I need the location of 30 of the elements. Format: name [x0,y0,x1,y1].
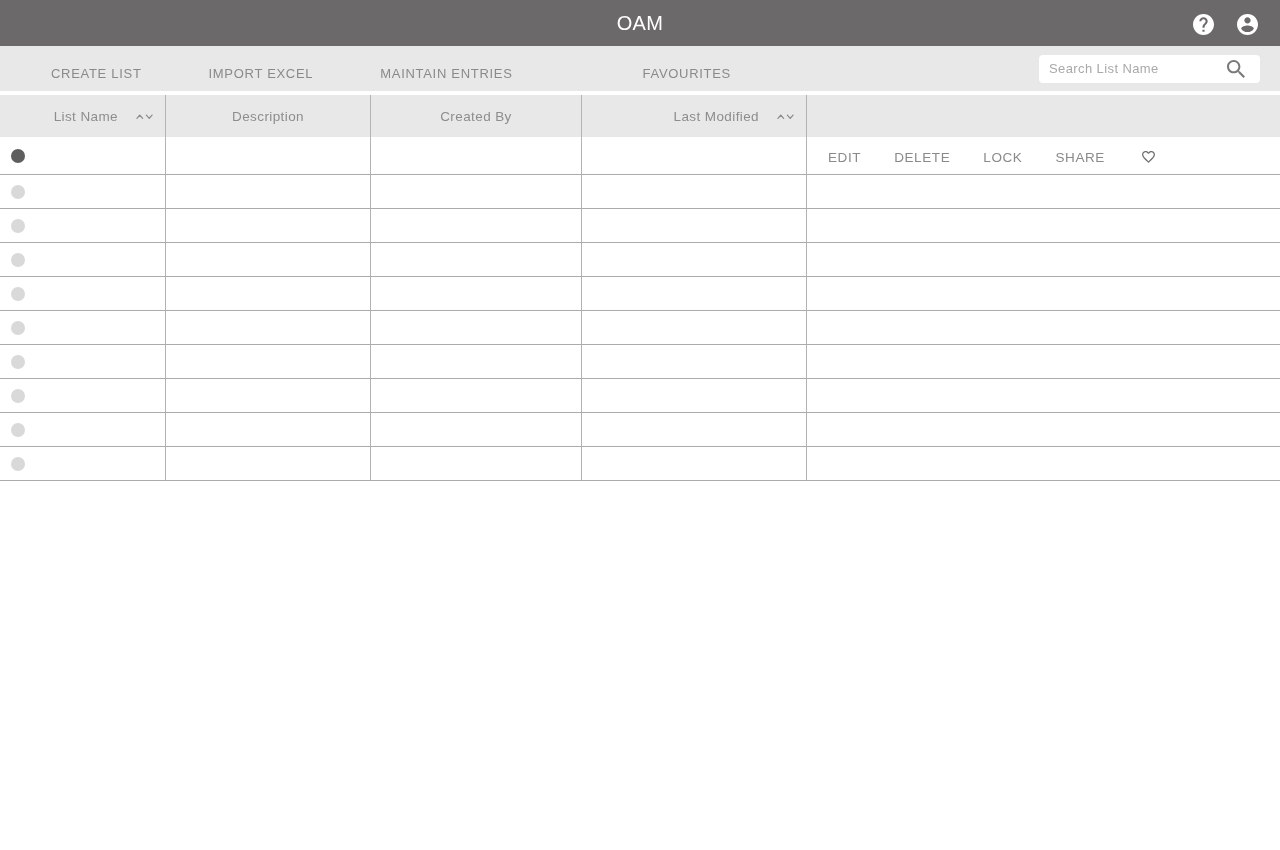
row-select-dot-icon[interactable] [11,148,25,163]
row-select-dot-icon[interactable] [11,422,25,437]
row-select-dot-icon[interactable] [11,456,25,471]
heart-icon[interactable] [1141,151,1155,163]
toolbar-button[interactable]: IMPORT EXCEL [192,52,330,85]
row-select-dot-icon[interactable] [11,320,25,335]
toolbar-button[interactable]: CREATE LIST [35,52,158,85]
search-field[interactable]: Search List Name [1039,54,1260,83]
row-select-dot-icon[interactable] [11,354,25,369]
row-select-dot-icon[interactable] [11,252,25,267]
toolbar-button[interactable]: MAINTAIN ENTRIES [364,52,529,85]
column-header: Created By [440,108,512,124]
row-action-button[interactable]: LOCK [983,147,1023,167]
column-header: Last Modified [673,108,759,124]
sort-icon[interactable] [136,112,153,120]
search-icon[interactable] [1227,59,1245,78]
row-select-dot-icon[interactable] [11,286,25,301]
column-header: List Name [53,108,118,124]
row-action-button[interactable]: SHARE [1055,147,1105,167]
row-select-dot-icon[interactable] [11,218,25,233]
sort-icon[interactable] [777,112,794,120]
help-icon[interactable] [1193,14,1214,35]
row-select-dot-icon[interactable] [11,184,25,199]
column-header: Description [232,108,304,124]
row-select-dot-icon[interactable] [11,388,25,403]
row-action-button[interactable]: EDIT [828,147,862,167]
row-action-button[interactable]: DELETE [894,147,951,167]
app-title: OAM [616,11,664,35]
account-icon[interactable] [1237,14,1258,35]
toolbar-button[interactable]: FAVOURITES [626,52,747,85]
